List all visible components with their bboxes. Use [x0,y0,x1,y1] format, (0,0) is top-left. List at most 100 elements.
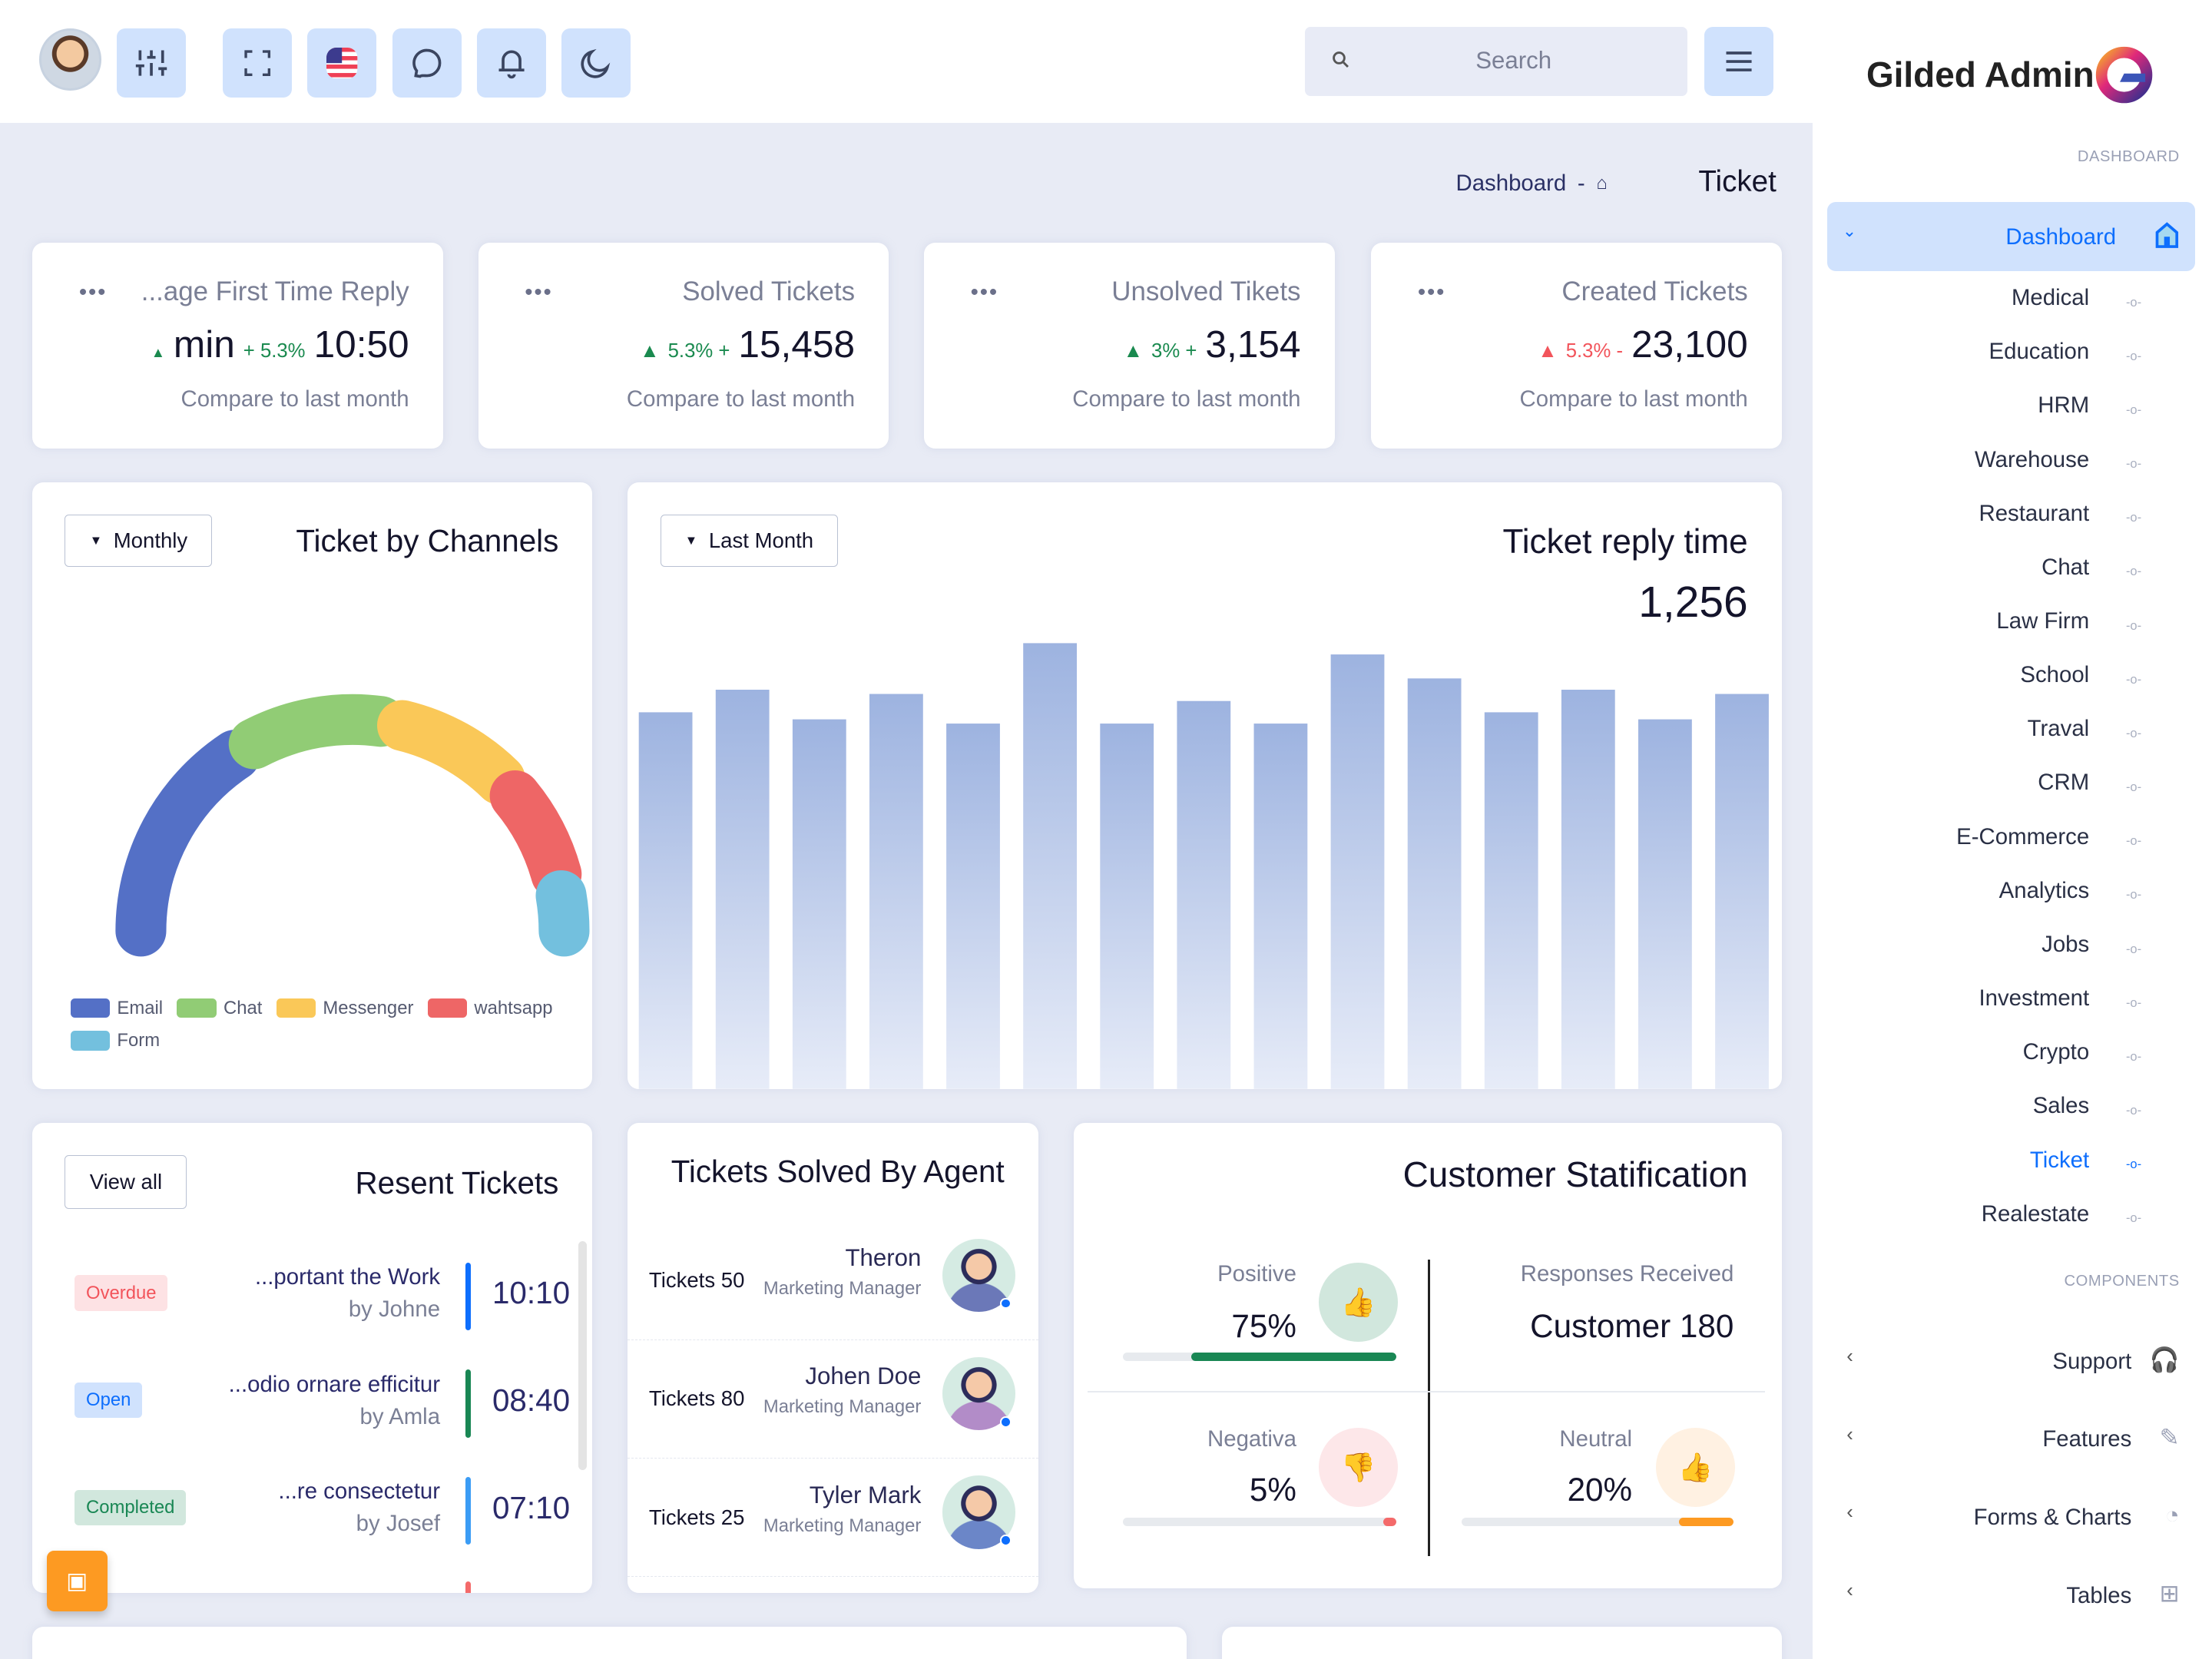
logo-g-icon [2095,46,2152,104]
gauge-segment-email[interactable] [115,729,261,957]
fullscreen-button[interactable] [223,28,293,98]
sidebar-item-hrm[interactable]: HRM [2038,392,2089,419]
settings-button[interactable] [117,28,187,98]
search-input[interactable]: Search [1304,26,1687,96]
sidebar-item-education[interactable]: Education [1989,339,2090,365]
breadcrumb-dashboard[interactable]: Dashboard [1456,171,1567,197]
sidebar-item-restaurant[interactable]: Restaurant [1979,501,2089,527]
more-options-icon[interactable]: ••• [1418,280,1445,306]
legend-item[interactable]: Messenger [276,997,414,1019]
sidebar-item-analytics[interactable]: Analytics [1999,878,2090,904]
scrollbar[interactable] [578,1241,588,1470]
reply-time-bar[interactable] [639,712,693,1089]
home-icon: ⌂ [1596,173,1608,194]
reply-time-bar[interactable] [1561,690,1616,1089]
negative-value: 5% [1249,1471,1296,1508]
sidebar-item-medical[interactable]: Medical [2012,285,2089,311]
sidebar-item-law-firm[interactable]: Law Firm [1996,608,2089,634]
neutral-label: Neutral [1559,1426,1633,1452]
positive-value: 75% [1231,1307,1296,1344]
sidebar-item-e-commerce[interactable]: E-Commerce [1956,824,2089,850]
gauge-segment-chat[interactable] [228,694,407,770]
agent-tickets: Tickets 50 [648,1268,745,1293]
legend-swatch [177,998,217,1018]
more-options-icon[interactable]: ••• [525,280,552,306]
floating-chat-button[interactable]: ▣ [46,1550,108,1611]
ticket-item[interactable]: ...portant the Work by Johne [255,1261,440,1326]
trend-up-icon: ▲ [640,339,660,362]
sidebar-item-sales[interactable]: Sales [2033,1093,2089,1119]
reply-time-bar[interactable] [946,724,1001,1089]
bullet-icon: -o- [2125,941,2142,956]
progress-fill [1191,1353,1397,1362]
card-title: Resent Tickets [355,1165,559,1201]
more-options-icon[interactable]: ••• [79,280,107,306]
notifications-button[interactable] [476,28,546,98]
agent-row[interactable]: Tickets 25 Tyler Mark Marketing Manager [628,1459,1038,1578]
sidebar-item-warehouse[interactable]: Warehouse [1975,447,2089,473]
sidebar-item-ticket[interactable]: Ticket [2030,1147,2089,1174]
agent-row[interactable]: Tickets 80 Johen Doe Marketing Manager [628,1340,1038,1459]
sidebar-item-chat[interactable]: Chat [2041,555,2089,581]
reply-time-bar[interactable] [1638,719,1693,1089]
legend-item[interactable]: wahtsapp [427,998,553,1019]
responses-value: Customer 180 [1530,1307,1734,1344]
sidebar-component-features[interactable]: ‹ Features ✎ [1813,1421,2212,1463]
reply-time-bar[interactable] [1100,724,1154,1089]
gauge-segment-form[interactable] [535,869,590,957]
sidebar-component-support[interactable]: ‹ Support 🎧 [1813,1343,2212,1386]
language-button[interactable] [307,28,377,98]
moon-icon [581,48,611,78]
sidebar-component-forms-charts[interactable]: ‹ Forms & Charts ◔ [1813,1499,2212,1541]
chevron-down-icon: ⌄ [1842,221,1857,241]
legend-item[interactable]: Form [70,1030,160,1051]
legend-item[interactable]: Email [70,997,164,1019]
gauge-segment-messenger[interactable] [377,700,526,805]
ticket-reply-time-card: ▼ Last Month Ticket reply time 1,256 [628,482,1782,1089]
reply-time-bar[interactable] [1023,643,1078,1089]
reply-time-bar[interactable] [793,719,847,1089]
sidebar-item-realestate[interactable]: Realestate [1982,1201,2089,1227]
logo[interactable]: Gilded Admin [1866,45,2154,104]
sidebar-item-traval[interactable]: Traval [2028,716,2090,742]
sidebar-item-dashboard[interactable]: ⌄ Dashboard [1826,201,2195,271]
reply-time-bar[interactable] [869,694,924,1089]
period-dropdown[interactable]: ▼ Monthly [65,515,213,568]
reply-time-bar[interactable] [1177,700,1231,1089]
legend-label: Email [117,997,164,1018]
gauge-segment-wahtsapp[interactable] [489,770,582,899]
customer-satisfaction-card: Customer Statification Positive 75% 👍 Re… [1073,1123,1782,1589]
reply-time-bar[interactable] [1715,694,1770,1089]
bullet-icon: -o- [2125,1102,2142,1118]
messages-button[interactable] [392,28,462,98]
bullet-icon: -o- [2125,294,2142,310]
reply-time-bar[interactable] [716,690,770,1089]
reply-time-bar[interactable] [1253,724,1308,1089]
sidebar-component-tables[interactable]: ‹ Tables ⊞ [1813,1577,2212,1619]
agent-row[interactable]: Tickets 50 Theron Marketing Manager [628,1222,1038,1340]
bullet-icon: -o- [2125,887,2142,902]
ticket-item[interactable]: ...re consectetur by Josef [278,1475,440,1541]
sidebar-item-investment[interactable]: Investment [1979,985,2090,1012]
menu-toggle-button[interactable] [1704,26,1773,96]
breadcrumb: Dashboard - ⌂ [1456,171,1608,197]
bullet-icon: -o- [2125,564,2142,579]
agent-role: Marketing Manager [763,1278,922,1300]
sidebar-item-label: Dashboard [2005,224,2117,250]
sidebar-item-crm[interactable]: CRM [2038,770,2089,796]
reply-time-bar[interactable] [1485,712,1538,1089]
legend-label: Messenger [323,997,414,1018]
sidebar-item-jobs[interactable]: Jobs [2041,932,2089,958]
sidebar-item-school[interactable]: School [2020,662,2089,688]
legend-item[interactable]: Chat [177,998,262,1019]
dark-mode-button[interactable] [561,28,631,98]
positive-label: Positive [1217,1261,1296,1287]
user-avatar[interactable] [39,28,102,91]
reply-time-bar[interactable] [1408,678,1462,1089]
more-options-icon[interactable]: ••• [971,280,998,306]
agent-name: Theron [845,1243,922,1271]
sidebar-item-crypto[interactable]: Crypto [2023,1039,2090,1065]
reply-time-bar[interactable] [1330,654,1385,1089]
view-all-button[interactable]: View all [65,1155,187,1210]
ticket-item[interactable]: ...odio ornare efficitur by Amla [229,1369,440,1434]
